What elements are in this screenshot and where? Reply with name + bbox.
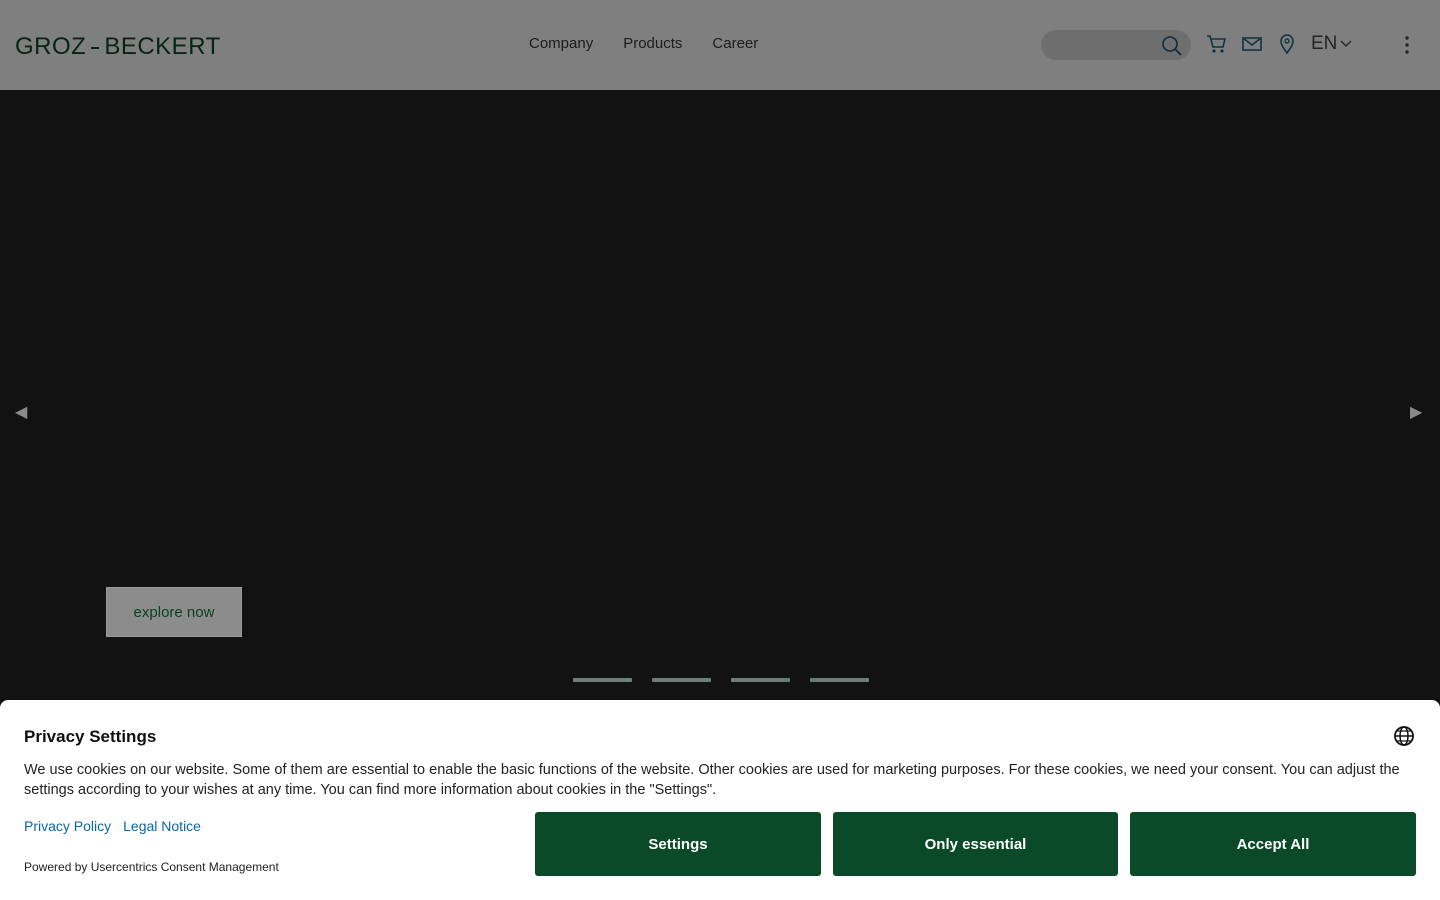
only-essential-button[interactable]: Only essential: [833, 812, 1118, 876]
slider-indicators: [573, 678, 869, 682]
powered-by-text: Powered by Usercentrics Consent Manageme…: [24, 860, 279, 874]
slider-indicator[interactable]: [810, 678, 869, 682]
privacy-settings-banner: Privacy Settings We use cookies on our w…: [0, 700, 1440, 900]
slider-indicator[interactable]: [573, 678, 632, 682]
slider-next-arrow[interactable]: ▶: [1410, 402, 1422, 422]
consent-title: Privacy Settings: [24, 727, 157, 746]
privacy-policy-link[interactable]: Privacy Policy: [24, 818, 111, 834]
accept-all-button[interactable]: Accept All: [1130, 812, 1416, 876]
explore-now-button[interactable]: explore now: [106, 587, 242, 637]
slider-indicator[interactable]: [652, 678, 711, 682]
consent-description: We use cookies on our website. Some of t…: [24, 762, 1400, 798]
consent-links: Privacy Policy Legal Notice: [24, 818, 201, 834]
slider-indicator[interactable]: [731, 678, 790, 682]
legal-notice-link[interactable]: Legal Notice: [123, 818, 201, 834]
globe-icon[interactable]: [1393, 725, 1415, 752]
slider-prev-arrow[interactable]: ◀: [15, 402, 27, 422]
settings-button[interactable]: Settings: [535, 812, 821, 876]
